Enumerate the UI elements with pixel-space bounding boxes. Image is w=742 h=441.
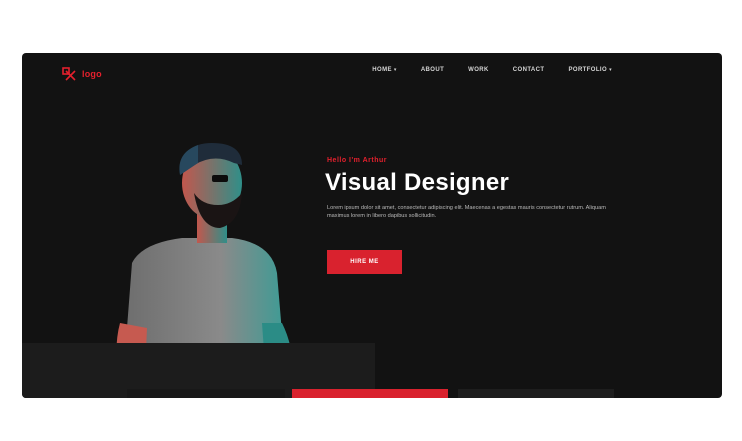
logo-mark-icon	[62, 67, 76, 81]
hero-eyebrow: Hello I'm Arthur	[327, 157, 387, 164]
nav-item-home[interactable]: HOME ▾	[372, 67, 397, 73]
hero-headline: Visual Designer	[325, 169, 510, 196]
hero-description: Lorem ipsum dolor sit amet, consectetur …	[327, 205, 606, 220]
service-card-3[interactable]	[458, 389, 614, 398]
nav-item-portfolio[interactable]: PORTFOLIO ▾	[568, 67, 612, 73]
chevron-down-icon: ▾	[609, 67, 612, 73]
nav-item-contact[interactable]: CONTACT	[513, 67, 545, 73]
hire-me-button[interactable]: HIRE ME	[327, 250, 402, 274]
brand-name: logo	[82, 69, 102, 79]
hero-section: logo HOME ▾ ABOUT WORK CONTACT PORTFOLIO ▾	[22, 53, 722, 398]
brand-logo[interactable]: logo	[62, 67, 102, 81]
service-card-1[interactable]	[127, 389, 285, 398]
nav-item-about[interactable]: ABOUT	[421, 67, 444, 73]
main-nav: HOME ▾ ABOUT WORK CONTACT PORTFOLIO ▾	[372, 67, 612, 73]
service-card-2[interactable]	[292, 389, 448, 398]
chevron-down-icon: ▾	[393, 67, 397, 73]
nav-item-work[interactable]: WORK	[468, 67, 489, 73]
